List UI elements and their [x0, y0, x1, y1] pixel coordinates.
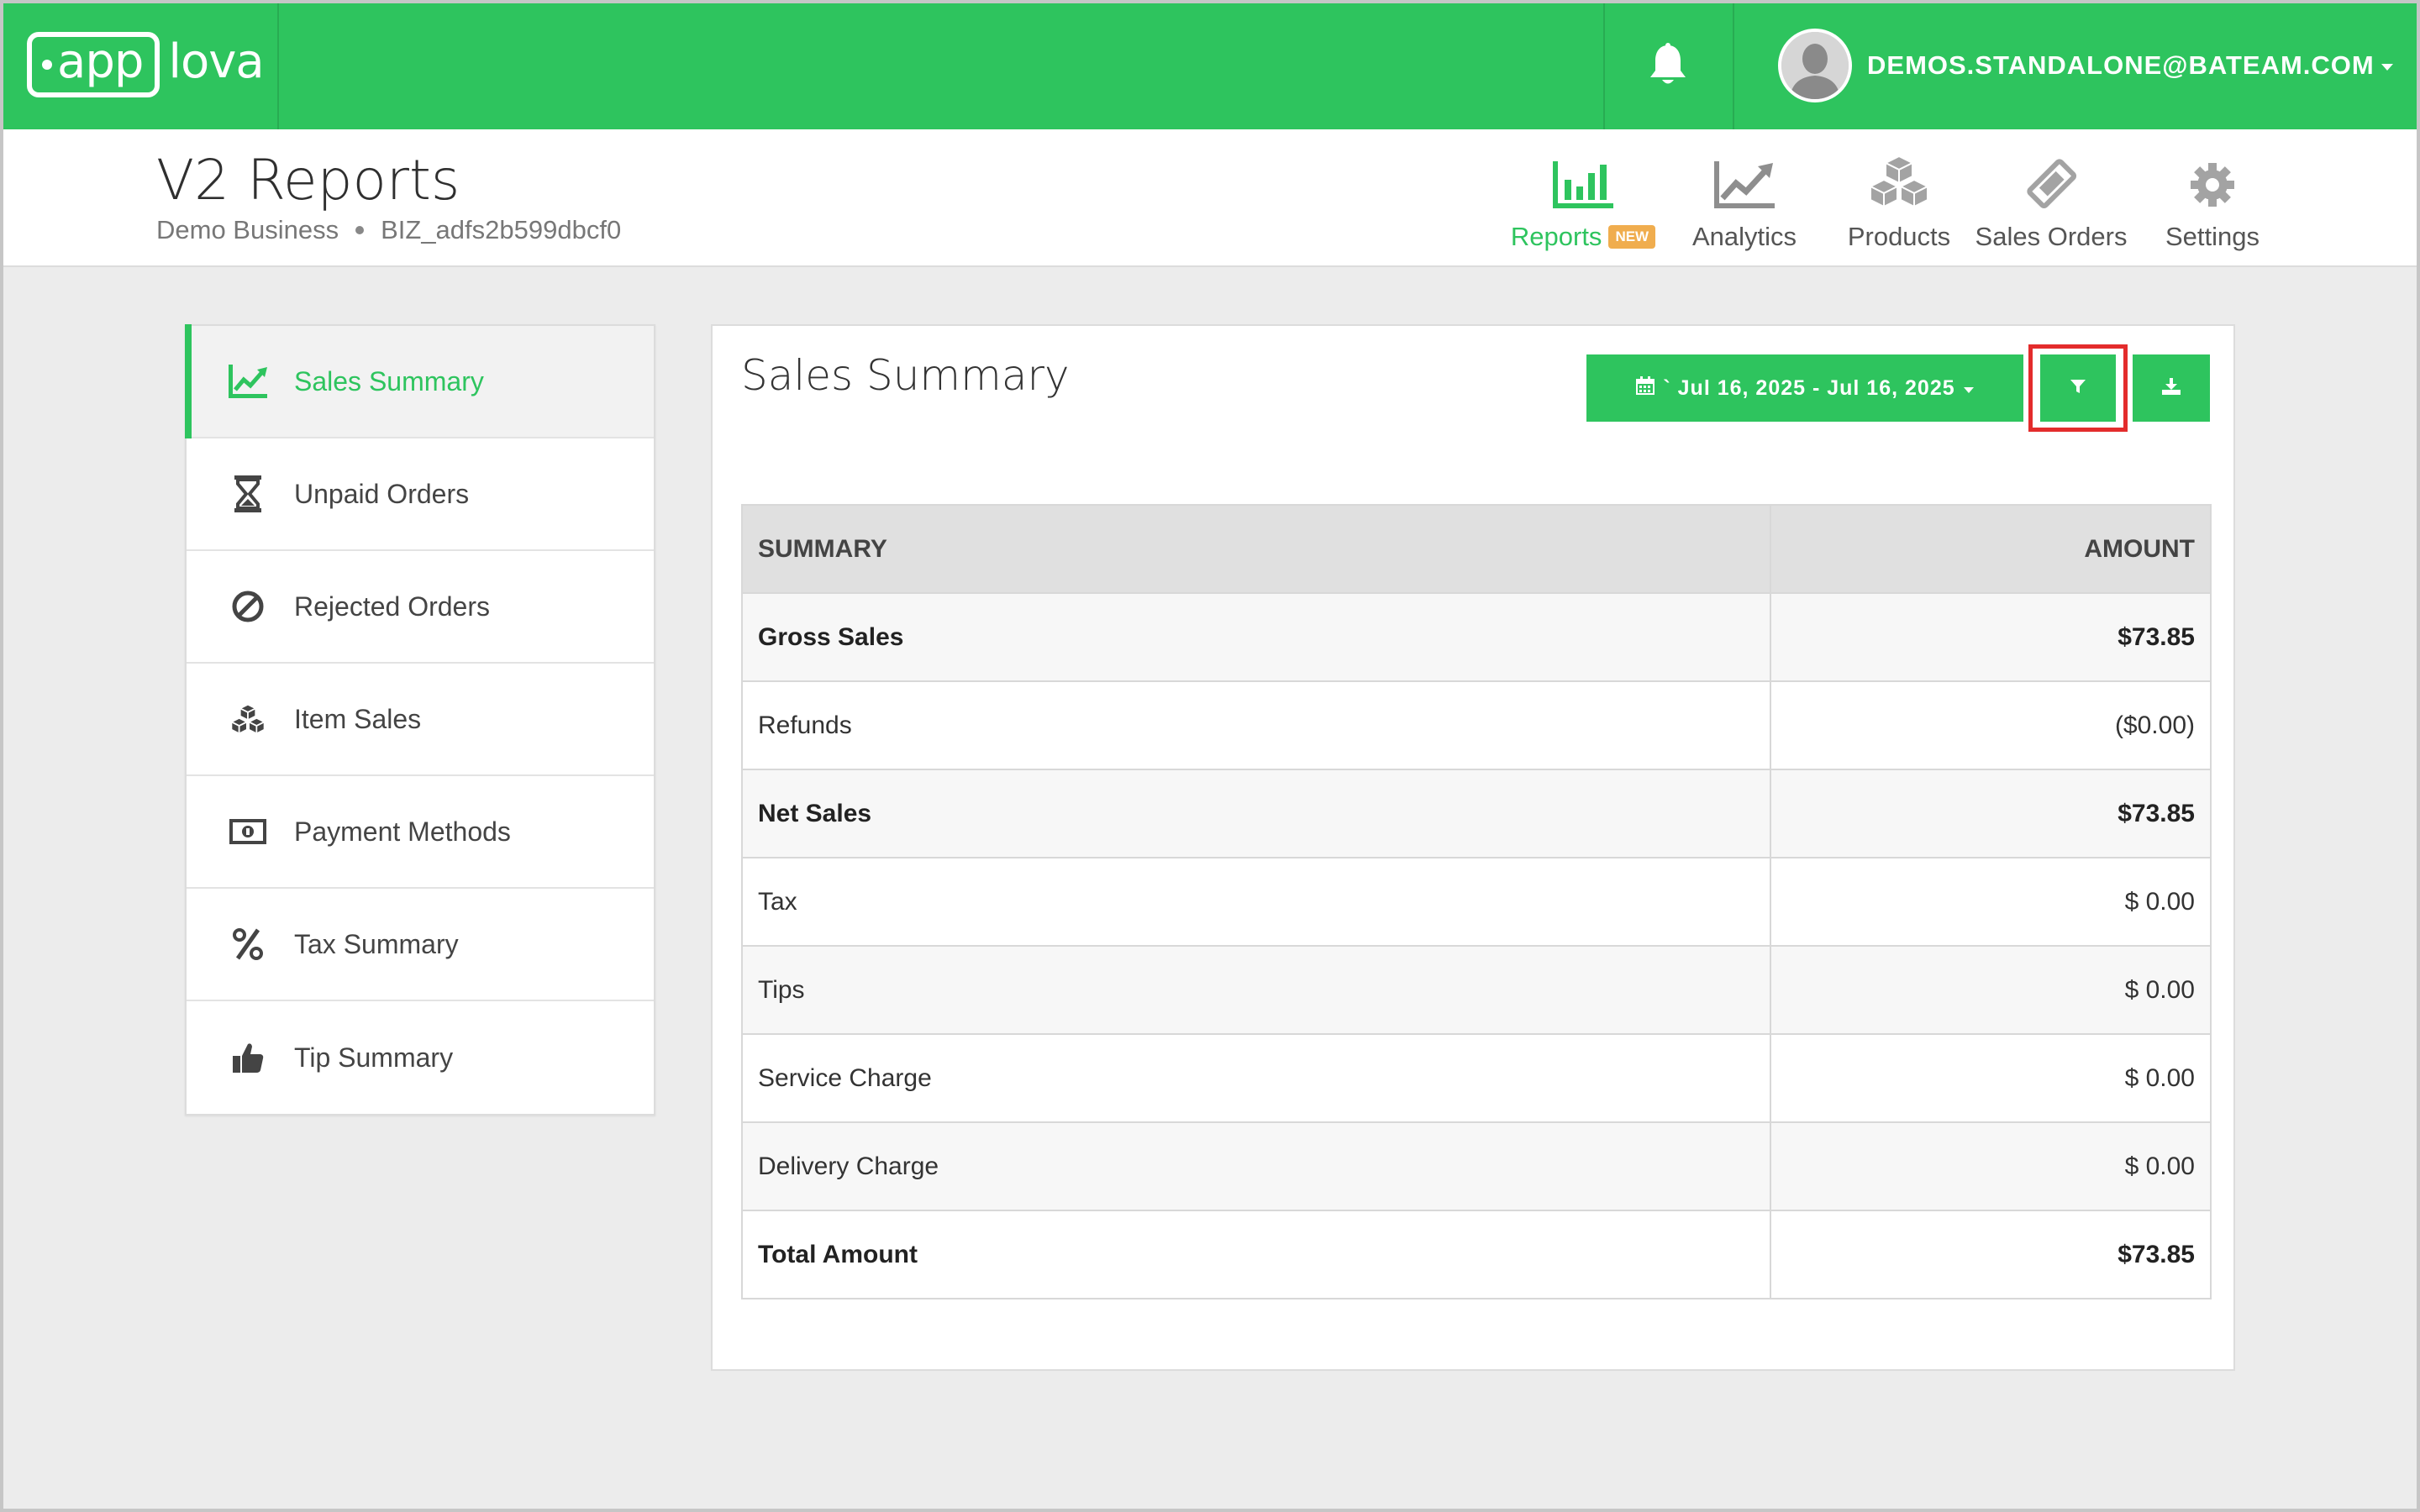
table-row: Net Sales $73.85 — [741, 769, 2212, 858]
table-row: Delivery Charge $ 0.00 — [741, 1121, 2212, 1211]
date-range-label: ` Jul 16, 2025 - Jul 16, 2025 — [1663, 375, 1955, 400]
row-label: Refunds — [741, 680, 1771, 770]
business-name: Demo Business — [156, 215, 339, 244]
sidebar-item-label: Payment Methods — [294, 816, 511, 847]
nav-sales-orders[interactable]: Sales Orders — [1975, 155, 2127, 252]
sidebar-item-label: Unpaid Orders — [294, 478, 470, 509]
avatar — [1778, 29, 1852, 102]
sidebar-item-label: Tip Summary — [294, 1042, 454, 1073]
table-row: Tax $ 0.00 — [741, 857, 2212, 947]
filter-icon — [2070, 378, 2086, 399]
nav-reports[interactable]: Reports NEW — [1509, 155, 1657, 252]
date-range-button[interactable]: ` Jul 16, 2025 - Jul 16, 2025 — [1586, 354, 2023, 422]
logo-app-box: app — [27, 32, 160, 97]
sidebar-item-unpaid-orders[interactable]: Unpaid Orders — [187, 438, 654, 551]
user-menu[interactable]: DEMOS.STANDALONE@BATEAM.COM — [1778, 24, 2393, 108]
top-bar: app lova DEMOS.STANDALONE@BATEAM.COM — [0, 0, 2420, 129]
business-info: Demo Business BIZ_adfs2b599dbcf0 — [156, 215, 621, 245]
hourglass-icon — [229, 475, 267, 513]
row-label: Tips — [741, 945, 1771, 1035]
sales-summary-table: SUMMARY AMOUNT Gross Sales $73.85 Refunds(… — [741, 504, 2212, 1299]
percent-icon — [229, 925, 267, 963]
sidebar-item-label: Item Sales — [294, 703, 422, 734]
row-amount: $73.85 — [1770, 769, 2212, 858]
row-amount: $ 0.00 — [1770, 945, 2212, 1035]
row-label: Total Amount — [741, 1210, 1771, 1299]
table-row: Total Amount $73.85 — [741, 1210, 2212, 1299]
thumbs-up-icon — [229, 1038, 267, 1077]
row-amount: $73.85 — [1770, 1210, 2212, 1299]
line-chart-icon — [229, 362, 267, 401]
row-amount: $ 0.00 — [1770, 1121, 2212, 1211]
topbar-divider — [1733, 0, 1734, 129]
nav-analytics[interactable]: Analytics — [1686, 155, 1803, 252]
row-amount: $ 0.00 — [1770, 857, 2212, 947]
column-header-amount: AMOUNT — [1770, 504, 2212, 594]
table-row: Service Charge $ 0.00 — [741, 1033, 2212, 1123]
panel-title: Sales Summary — [741, 351, 1070, 400]
nav-settings-label: Settings — [2165, 222, 2260, 251]
table-row: Tips $ 0.00 — [741, 945, 2212, 1035]
column-header-summary: SUMMARY — [741, 504, 1771, 594]
ban-icon — [229, 587, 267, 626]
nav-reports-label: Reports — [1510, 222, 1602, 251]
separator-dot — [355, 226, 365, 234]
sidebar-item-label: Tax Summary — [294, 928, 459, 959]
row-label: Delivery Charge — [741, 1121, 1771, 1211]
topbar-divider — [277, 0, 279, 129]
table-row: Refunds ($0.00) — [741, 680, 2212, 770]
nav-products[interactable]: Products — [1840, 155, 1958, 252]
page-header: V2 Reports Demo Business BIZ_adfs2b599db… — [0, 129, 2420, 267]
row-amount: $ 0.00 — [1770, 1033, 2212, 1123]
table-header-row: SUMMARY AMOUNT — [741, 504, 2212, 594]
logo-lova-text: lova — [168, 34, 264, 89]
logo-dot — [42, 60, 52, 70]
nav-sales-orders-label: Sales Orders — [1975, 222, 2128, 251]
line-chart-icon — [1686, 155, 1803, 208]
sidebar-item-payment-methods[interactable]: Payment Methods — [187, 776, 654, 889]
row-label: Tax — [741, 857, 1771, 947]
filter-button[interactable] — [2040, 354, 2116, 422]
user-email: DEMOS.STANDALONE@BATEAM.COM — [1867, 50, 2375, 80]
calendar-icon — [1636, 375, 1655, 401]
table-body: Gross Sales $73.85 Refunds ($0.00) Net Sales… — [741, 592, 2212, 1299]
new-badge: NEW — [1608, 225, 1656, 249]
applova-logo[interactable]: app lova — [27, 32, 265, 97]
cubes-icon — [1840, 155, 1958, 208]
sidebar-item-sales-summary[interactable]: Sales Summary — [185, 324, 654, 438]
nav-products-label: Products — [1847, 222, 1951, 251]
row-amount: $73.85 — [1770, 592, 2212, 682]
sidebar-item-item-sales[interactable]: Item Sales — [187, 664, 654, 776]
row-label: Gross Sales — [741, 592, 1771, 682]
business-id: BIZ_adfs2b599dbcf0 — [381, 215, 622, 244]
sidebar-item-rejected-orders[interactable]: Rejected Orders — [187, 551, 654, 664]
chevron-down-icon — [1963, 386, 1974, 393]
nav-analytics-label: Analytics — [1691, 222, 1797, 251]
gear-icon — [2160, 155, 2265, 208]
topbar-divider — [1603, 0, 1605, 129]
download-button[interactable] — [2133, 354, 2210, 422]
row-label: Net Sales — [741, 769, 1771, 858]
report-sidebar: Sales Summary Unpaid Orders Rejected Ord… — [185, 324, 655, 1116]
bar-chart-icon — [1509, 155, 1657, 208]
sidebar-item-label: Sales Summary — [294, 365, 484, 396]
nav-settings[interactable]: Settings — [2160, 155, 2265, 252]
chevron-down-icon — [2381, 64, 2393, 71]
cubes-icon — [229, 700, 267, 738]
page-title: V2 Reports — [156, 148, 460, 213]
sidebar-item-tip-summary[interactable]: Tip Summary — [187, 1001, 654, 1114]
row-label: Service Charge — [741, 1033, 1771, 1123]
logo-app-text: app — [57, 34, 144, 89]
bell-icon[interactable] — [1647, 42, 1689, 87]
download-icon — [2162, 377, 2181, 399]
sidebar-item-label: Rejected Orders — [294, 591, 490, 622]
row-amount: ($0.00) — [1770, 680, 2212, 770]
ticket-icon — [1980, 155, 2123, 208]
money-icon — [229, 812, 267, 851]
sidebar-item-tax-summary[interactable]: Tax Summary — [187, 889, 654, 1001]
report-panel: Sales Summary ` Jul 16, 2025 - Jul 16, 2… — [711, 324, 2235, 1371]
table-row: Gross Sales $73.85 — [741, 592, 2212, 682]
